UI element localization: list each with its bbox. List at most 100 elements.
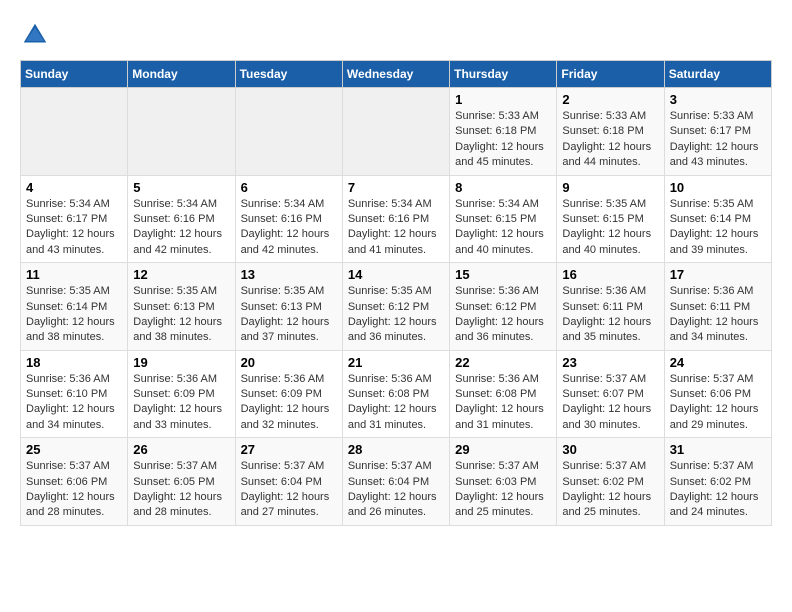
day-number: 23 — [562, 355, 658, 370]
day-cell: 30 Sunrise: 5:37 AM Sunset: 6:02 PM Dayli… — [557, 438, 664, 526]
day-number: 15 — [455, 267, 551, 282]
day-cell: 22 Sunrise: 5:36 AM Sunset: 6:08 PM Dayli… — [450, 350, 557, 438]
day-cell: 5 Sunrise: 5:34 AM Sunset: 6:16 PM Daylig… — [128, 175, 235, 263]
day-number: 12 — [133, 267, 229, 282]
day-info: Sunrise: 5:36 AM Sunset: 6:08 PM Dayligh… — [348, 372, 444, 434]
day-number: 3 — [670, 92, 766, 107]
weekday-header-tuesday: Tuesday — [235, 61, 342, 88]
day-cell — [128, 88, 235, 176]
weekday-header-sunday: Sunday — [21, 61, 128, 88]
day-cell: 31 Sunrise: 5:37 AM Sunset: 6:02 PM Dayli… — [664, 438, 771, 526]
day-cell: 25 Sunrise: 5:37 AM Sunset: 6:06 PM Dayli… — [21, 438, 128, 526]
day-cell: 28 Sunrise: 5:37 AM Sunset: 6:04 PM Dayli… — [342, 438, 449, 526]
week-row-2: 4 Sunrise: 5:34 AM Sunset: 6:17 PM Daylig… — [21, 175, 772, 263]
week-row-1: 1 Sunrise: 5:33 AM Sunset: 6:18 PM Daylig… — [21, 88, 772, 176]
day-info: Sunrise: 5:34 AM Sunset: 6:16 PM Dayligh… — [348, 197, 444, 259]
day-info: Sunrise: 5:36 AM Sunset: 6:11 PM Dayligh… — [562, 284, 658, 346]
day-cell: 20 Sunrise: 5:36 AM Sunset: 6:09 PM Dayli… — [235, 350, 342, 438]
weekday-header-row: SundayMondayTuesdayWednesdayThursdayFrid… — [21, 61, 772, 88]
day-info: Sunrise: 5:35 AM Sunset: 6:12 PM Dayligh… — [348, 284, 444, 346]
day-cell: 12 Sunrise: 5:35 AM Sunset: 6:13 PM Dayli… — [128, 263, 235, 351]
day-info: Sunrise: 5:36 AM Sunset: 6:08 PM Dayligh… — [455, 372, 551, 434]
day-info: Sunrise: 5:35 AM Sunset: 6:14 PM Dayligh… — [26, 284, 122, 346]
day-cell: 15 Sunrise: 5:36 AM Sunset: 6:12 PM Dayli… — [450, 263, 557, 351]
day-number: 22 — [455, 355, 551, 370]
day-info: Sunrise: 5:35 AM Sunset: 6:13 PM Dayligh… — [241, 284, 337, 346]
day-number: 18 — [26, 355, 122, 370]
day-info: Sunrise: 5:36 AM Sunset: 6:12 PM Dayligh… — [455, 284, 551, 346]
day-info: Sunrise: 5:36 AM Sunset: 6:09 PM Dayligh… — [133, 372, 229, 434]
day-cell: 16 Sunrise: 5:36 AM Sunset: 6:11 PM Dayli… — [557, 263, 664, 351]
day-number: 7 — [348, 180, 444, 195]
weekday-header-wednesday: Wednesday — [342, 61, 449, 88]
day-info: Sunrise: 5:37 AM Sunset: 6:06 PM Dayligh… — [26, 459, 122, 521]
day-info: Sunrise: 5:33 AM Sunset: 6:17 PM Dayligh… — [670, 109, 766, 171]
day-number: 16 — [562, 267, 658, 282]
day-cell: 7 Sunrise: 5:34 AM Sunset: 6:16 PM Daylig… — [342, 175, 449, 263]
day-info: Sunrise: 5:34 AM Sunset: 6:15 PM Dayligh… — [455, 197, 551, 259]
day-cell: 26Sunrise: 5:37 AM Sunset: 6:05 PM Dayli… — [128, 438, 235, 526]
day-info: Sunrise: 5:34 AM Sunset: 6:16 PM Dayligh… — [133, 197, 229, 259]
weekday-header-friday: Friday — [557, 61, 664, 88]
day-number: 9 — [562, 180, 658, 195]
day-info: Sunrise: 5:37 AM Sunset: 6:04 PM Dayligh… — [348, 459, 444, 521]
day-info: Sunrise: 5:33 AM Sunset: 6:18 PM Dayligh… — [455, 109, 551, 171]
day-cell: 29Sunrise: 5:37 AM Sunset: 6:03 PM Dayli… — [450, 438, 557, 526]
day-info: Sunrise: 5:35 AM Sunset: 6:13 PM Dayligh… — [133, 284, 229, 346]
weekday-header-saturday: Saturday — [664, 61, 771, 88]
page-header — [20, 20, 772, 50]
day-number: 24 — [670, 355, 766, 370]
day-cell — [235, 88, 342, 176]
day-info: Sunrise: 5:34 AM Sunset: 6:17 PM Dayligh… — [26, 197, 122, 259]
calendar-table: SundayMondayTuesdayWednesdayThursdayFrid… — [20, 60, 772, 526]
day-cell: 13 Sunrise: 5:35 AM Sunset: 6:13 PM Dayli… — [235, 263, 342, 351]
day-cell: 14 Sunrise: 5:35 AM Sunset: 6:12 PM Dayli… — [342, 263, 449, 351]
day-number: 13 — [241, 267, 337, 282]
day-number: 4 — [26, 180, 122, 195]
week-row-3: 11 Sunrise: 5:35 AM Sunset: 6:14 PM Dayli… — [21, 263, 772, 351]
weekday-header-monday: Monday — [128, 61, 235, 88]
day-info: Sunrise: 5:33 AM Sunset: 6:18 PM Dayligh… — [562, 109, 658, 171]
logo-icon — [20, 20, 50, 50]
week-row-4: 18 Sunrise: 5:36 AM Sunset: 6:10 PM Dayli… — [21, 350, 772, 438]
day-cell: 19Sunrise: 5:36 AM Sunset: 6:09 PM Dayli… — [128, 350, 235, 438]
day-number: 11 — [26, 267, 122, 282]
day-number: 28 — [348, 442, 444, 457]
day-info: Sunrise: 5:35 AM Sunset: 6:15 PM Dayligh… — [562, 197, 658, 259]
day-cell — [342, 88, 449, 176]
weekday-header-thursday: Thursday — [450, 61, 557, 88]
day-cell: 11 Sunrise: 5:35 AM Sunset: 6:14 PM Dayli… — [21, 263, 128, 351]
day-number: 5 — [133, 180, 229, 195]
week-row-5: 25 Sunrise: 5:37 AM Sunset: 6:06 PM Dayli… — [21, 438, 772, 526]
day-number: 21 — [348, 355, 444, 370]
day-cell: 9 Sunrise: 5:35 AM Sunset: 6:15 PM Daylig… — [557, 175, 664, 263]
day-number: 29 — [455, 442, 551, 457]
day-info: Sunrise: 5:36 AM Sunset: 6:11 PM Dayligh… — [670, 284, 766, 346]
day-number: 8 — [455, 180, 551, 195]
day-cell: 18 Sunrise: 5:36 AM Sunset: 6:10 PM Dayli… — [21, 350, 128, 438]
day-cell: 23 Sunrise: 5:37 AM Sunset: 6:07 PM Dayli… — [557, 350, 664, 438]
day-info: Sunrise: 5:37 AM Sunset: 6:07 PM Dayligh… — [562, 372, 658, 434]
day-number: 25 — [26, 442, 122, 457]
day-cell: 1 Sunrise: 5:33 AM Sunset: 6:18 PM Daylig… — [450, 88, 557, 176]
day-cell: 2Sunrise: 5:33 AM Sunset: 6:18 PM Daylig… — [557, 88, 664, 176]
day-number: 31 — [670, 442, 766, 457]
day-number: 10 — [670, 180, 766, 195]
day-number: 27 — [241, 442, 337, 457]
day-number: 20 — [241, 355, 337, 370]
day-info: Sunrise: 5:37 AM Sunset: 6:02 PM Dayligh… — [670, 459, 766, 521]
day-number: 6 — [241, 180, 337, 195]
day-cell: 6Sunrise: 5:34 AM Sunset: 6:16 PM Daylig… — [235, 175, 342, 263]
day-cell: 17Sunrise: 5:36 AM Sunset: 6:11 PM Dayli… — [664, 263, 771, 351]
day-info: Sunrise: 5:36 AM Sunset: 6:09 PM Dayligh… — [241, 372, 337, 434]
day-number: 1 — [455, 92, 551, 107]
day-info: Sunrise: 5:37 AM Sunset: 6:02 PM Dayligh… — [562, 459, 658, 521]
day-cell: 8 Sunrise: 5:34 AM Sunset: 6:15 PM Daylig… — [450, 175, 557, 263]
day-cell: 24 Sunrise: 5:37 AM Sunset: 6:06 PM Dayli… — [664, 350, 771, 438]
day-number: 14 — [348, 267, 444, 282]
day-cell: 4 Sunrise: 5:34 AM Sunset: 6:17 PM Daylig… — [21, 175, 128, 263]
day-info: Sunrise: 5:37 AM Sunset: 6:06 PM Dayligh… — [670, 372, 766, 434]
day-info: Sunrise: 5:36 AM Sunset: 6:10 PM Dayligh… — [26, 372, 122, 434]
day-cell: 10Sunrise: 5:35 AM Sunset: 6:14 PM Dayli… — [664, 175, 771, 263]
day-number: 30 — [562, 442, 658, 457]
